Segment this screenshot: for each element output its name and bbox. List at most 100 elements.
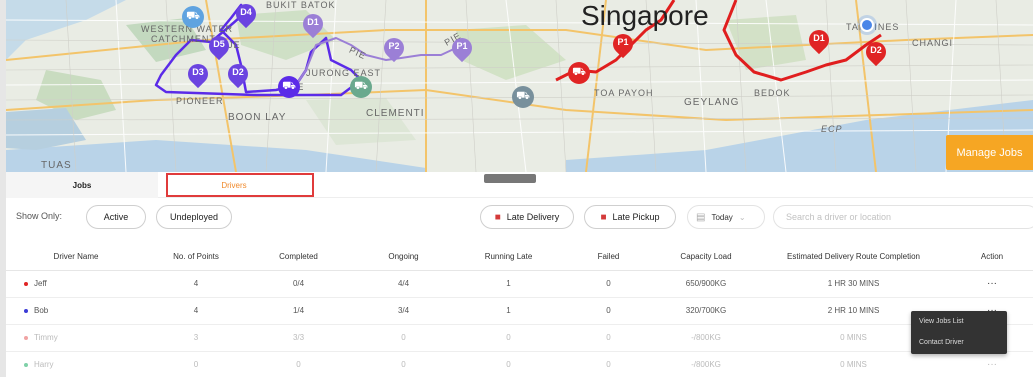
driver-name-cell: Harry [6,351,146,377]
calendar-icon: ▤ [696,211,706,223]
search-input[interactable] [773,205,1033,229]
pin-p1-red[interactable]: P1 [608,29,638,60]
column-header: No. of Points [146,244,246,271]
truck-icon[interactable]: ⛟ [512,86,534,108]
completed-cell: 0/4 [246,270,351,298]
failed-cell: 0 [561,324,656,352]
row-actions-menu: View Jobs List Contact Driver [911,311,1007,354]
column-header: Ongoing [351,244,456,271]
late-pickup-button[interactable]: ■ Late Pickup [584,205,676,229]
capacity-cell: -/800KG [656,351,756,377]
driver-color-dot [24,362,28,367]
column-header: Action [951,244,1033,271]
map-label-tuas: TUAS [41,160,72,171]
points-cell: 4 [146,297,246,325]
pin-d3-purple[interactable]: D3 [183,59,213,90]
ongoing-cell: 3/4 [351,297,456,325]
driver-color-dot [24,335,28,340]
panel-drag-handle[interactable] [484,174,536,183]
driver-name-cell: Bob [6,297,146,325]
pin-p2-purple[interactable]: P2 [379,33,409,64]
capacity-cell: 320/700KG [656,297,756,325]
running-late-cell: 0 [456,351,561,377]
column-header: Failed [561,244,656,271]
ongoing-cell: 0 [351,351,456,377]
column-header: Running Late [456,244,561,271]
more-actions-button[interactable]: ··· [951,351,1033,377]
map-label-jurong-east: JURONG EAST [306,68,382,78]
column-header: Completed [246,244,351,271]
current-location-icon [860,18,874,32]
completed-cell: 3/3 [246,324,351,352]
table-row[interactable]: Bob 4 1/4 3/4 1 0 320/700KG 2 HR 10 MINS… [6,297,1033,325]
chevron-down-icon: ⌄ [738,212,746,222]
pin-p1-purple[interactable]: P1 [447,33,477,64]
map-label-pioneer: PIONEER [176,96,224,106]
table-row[interactable]: Jeff 4 0/4 4/4 1 0 650/900KG 1 HR 30 MIN… [6,270,1033,298]
capacity-cell: -/800KG [656,324,756,352]
pin-d1-red[interactable]: D1 [804,25,834,56]
route-map[interactable]: Singapore BUKIT BATOK WESTERN WATER CATC… [6,0,1033,172]
map-label-changi: CHANGI [912,38,954,48]
more-actions-button[interactable]: ··· [951,270,1033,298]
pin-d1-purple[interactable]: D1 [298,9,328,40]
truck-icon[interactable]: ⛟ [182,6,204,28]
driver-color-dot [24,281,28,286]
map-label-catchment: CATCHMENT [151,34,216,44]
date-select-value: Today [711,212,733,222]
map-label-clementi: CLEMENTI [366,108,425,119]
late-pickup-label: Late Pickup [612,212,660,222]
manage-jobs-button[interactable]: Manage Jobs [946,135,1033,170]
late-delivery-label: Late Delivery [506,212,560,222]
driver-color-dot [24,308,28,313]
column-header: Estimated Delivery Route Completion [756,244,951,271]
dispatch-page: Singapore BUKIT BATOK WESTERN WATER CATC… [0,0,1033,377]
map-label-bukit-batok: BUKIT BATOK [266,0,336,10]
driver-name-cell: Jeff [6,270,146,298]
ongoing-cell: 0 [351,324,456,352]
map-label-toa-payoh: TOA PAYOH [594,88,654,98]
pin-d5-purple[interactable]: D5 [204,31,234,62]
filter-bar: Show Only: Active Undeployed ■ Late Deli… [6,198,1033,236]
completed-cell: 0 [246,351,351,377]
points-cell: 0 [146,351,246,377]
column-header: Driver Name [6,244,146,271]
menu-item-view-jobs-list[interactable]: View Jobs List [911,311,1007,332]
late-delivery-button[interactable]: ■ Late Delivery [480,205,574,229]
completed-cell: 1/4 [246,297,351,325]
truck-icon[interactable]: ⛟ [568,62,590,84]
tab-jobs[interactable]: Jobs [6,172,158,198]
alert-icon: ■ [600,211,607,223]
pin-d2-purple[interactable]: D2 [223,59,253,90]
running-late-cell: 0 [456,324,561,352]
failed-cell: 0 [561,270,656,298]
menu-item-contact-driver[interactable]: Contact Driver [911,332,1007,353]
date-select[interactable]: ▤ Today ⌄ [687,205,765,229]
running-late-cell: 1 [456,270,561,298]
failed-cell: 0 [561,297,656,325]
points-cell: 4 [146,270,246,298]
truck-icon[interactable]: ⛟ [278,76,300,98]
table-row[interactable]: Timmy 3 3/3 0 0 0 -/800KG 0 MINS ··· [6,324,1033,352]
column-header: Capacity Load [656,244,756,271]
capacity-cell: 650/900KG [656,270,756,298]
table-row[interactable]: Harry 0 0 0 0 0 -/800KG 0 MINS ··· [6,351,1033,377]
ongoing-cell: 4/4 [351,270,456,298]
points-cell: 3 [146,324,246,352]
filter-active-button[interactable]: Active [86,205,146,229]
eta-cell: 1 HR 30 MINS [756,270,951,298]
map-label-geylang: GEYLANG [684,97,740,108]
pin-d4-purple[interactable]: D4 [231,0,261,30]
filter-undeployed-button[interactable]: Undeployed [156,205,232,229]
table-header-row: Driver Name No. of Points Completed Ongo… [6,244,1033,271]
driver-name-cell: Timmy [6,324,146,352]
running-late-cell: 1 [456,297,561,325]
truck-icon[interactable]: ⛟ [350,76,372,98]
map-label-singapore: Singapore [581,0,709,31]
tab-drivers[interactable]: Drivers [158,172,310,198]
map-label-bedok: BEDOK [754,88,791,98]
eta-cell: 0 MINS [756,351,951,377]
show-only-label: Show Only: [16,211,63,221]
pin-d2-red[interactable]: D2 [861,37,891,68]
alert-icon: ■ [494,211,501,223]
